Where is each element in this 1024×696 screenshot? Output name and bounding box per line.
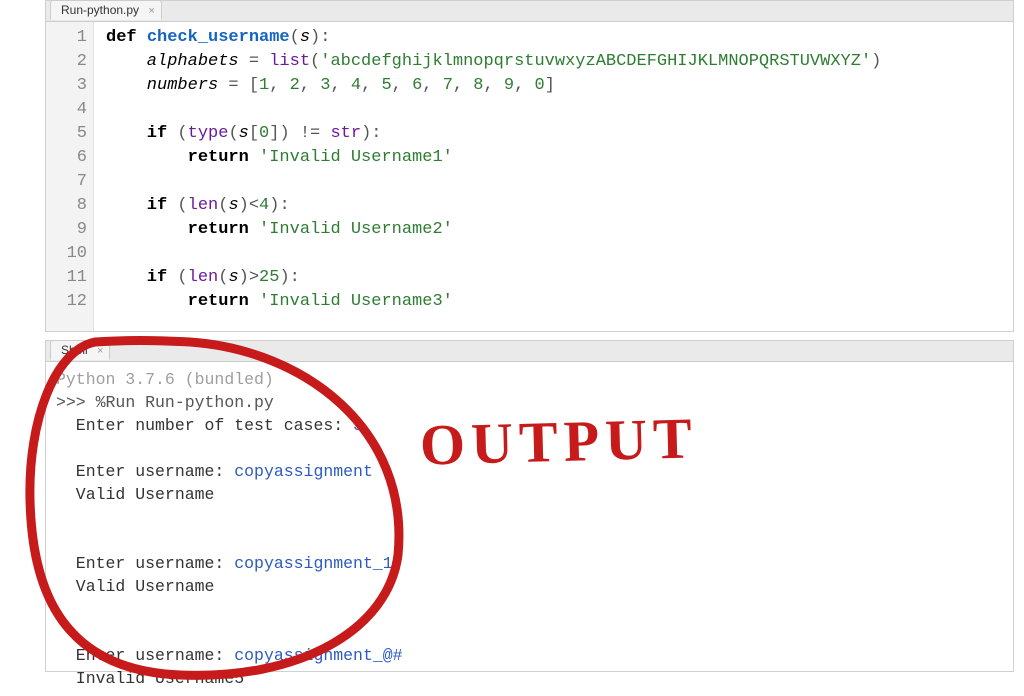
line-number-gutter: 123456789101112 [46, 22, 94, 331]
shell-line: Valid Username [56, 483, 1003, 506]
close-icon[interactable]: × [148, 5, 154, 17]
line-number: 1 [46, 26, 87, 50]
code-line [106, 242, 1013, 266]
shell-line: Enter username: copyassignment_1 [56, 552, 1003, 575]
shell-pane: Shell × Python 3.7.6 (bundled)>>> %Run R… [45, 340, 1014, 672]
shell-tab-strip: Shell × [46, 341, 1013, 362]
code-line [106, 170, 1013, 194]
line-number: 11 [46, 266, 87, 290]
line-number: 7 [46, 170, 87, 194]
code-line [106, 98, 1013, 122]
line-number: 8 [46, 194, 87, 218]
code-line: if (type(s[0]) != str): [106, 122, 1013, 146]
editor-tab-label: Run-python.py [61, 3, 139, 17]
editor-tab-strip: Run-python.py × [46, 1, 1013, 22]
code-line: if (len(s)>25): [106, 266, 1013, 290]
code-line: return 'Invalid Username2' [106, 218, 1013, 242]
line-number: 4 [46, 98, 87, 122]
line-number: 12 [46, 290, 87, 314]
shell-tab[interactable]: Shell × [50, 340, 110, 360]
code-line: return 'Invalid Username1' [106, 146, 1013, 170]
shell-line: Enter number of test cases: 3 [56, 414, 1003, 437]
code-line: numbers = [1, 2, 3, 4, 5, 6, 7, 8, 9, 0] [106, 74, 1013, 98]
code-text[interactable]: def check_username(s): alphabets = list(… [98, 22, 1013, 331]
shell-line [56, 506, 1003, 529]
shell-tab-label: Shell [61, 343, 88, 357]
editor-tab[interactable]: Run-python.py × [50, 0, 162, 20]
code-line: if (len(s)<4): [106, 194, 1013, 218]
code-line: def check_username(s): [106, 26, 1013, 50]
line-number: 9 [46, 218, 87, 242]
code-area[interactable]: 123456789101112 def check_username(s): a… [46, 22, 1013, 331]
close-icon[interactable]: × [97, 345, 103, 357]
code-line: return 'Invalid Username3' [106, 290, 1013, 314]
shell-line [56, 598, 1003, 621]
shell-line: Valid Username [56, 575, 1003, 598]
shell-line: Enter username: copyassignment [56, 460, 1003, 483]
line-number: 6 [46, 146, 87, 170]
code-line: alphabets = list('abcdefghijklmnopqrstuv… [106, 50, 1013, 74]
line-number: 5 [46, 122, 87, 146]
shell-line [56, 529, 1003, 552]
shell-output[interactable]: Python 3.7.6 (bundled)>>> %Run Run-pytho… [46, 362, 1013, 696]
line-number: 2 [46, 50, 87, 74]
shell-line: Enter username: copyassignment_@# [56, 644, 1003, 667]
shell-line: Invalid Username5 [56, 667, 1003, 690]
shell-line [56, 437, 1003, 460]
shell-line: >>> %Run Run-python.py [56, 391, 1003, 414]
line-number: 10 [46, 242, 87, 266]
editor-pane: Run-python.py × 123456789101112 def chec… [45, 0, 1014, 332]
shell-line: Python 3.7.6 (bundled) [56, 368, 1003, 391]
line-number: 3 [46, 74, 87, 98]
shell-line [56, 621, 1003, 644]
